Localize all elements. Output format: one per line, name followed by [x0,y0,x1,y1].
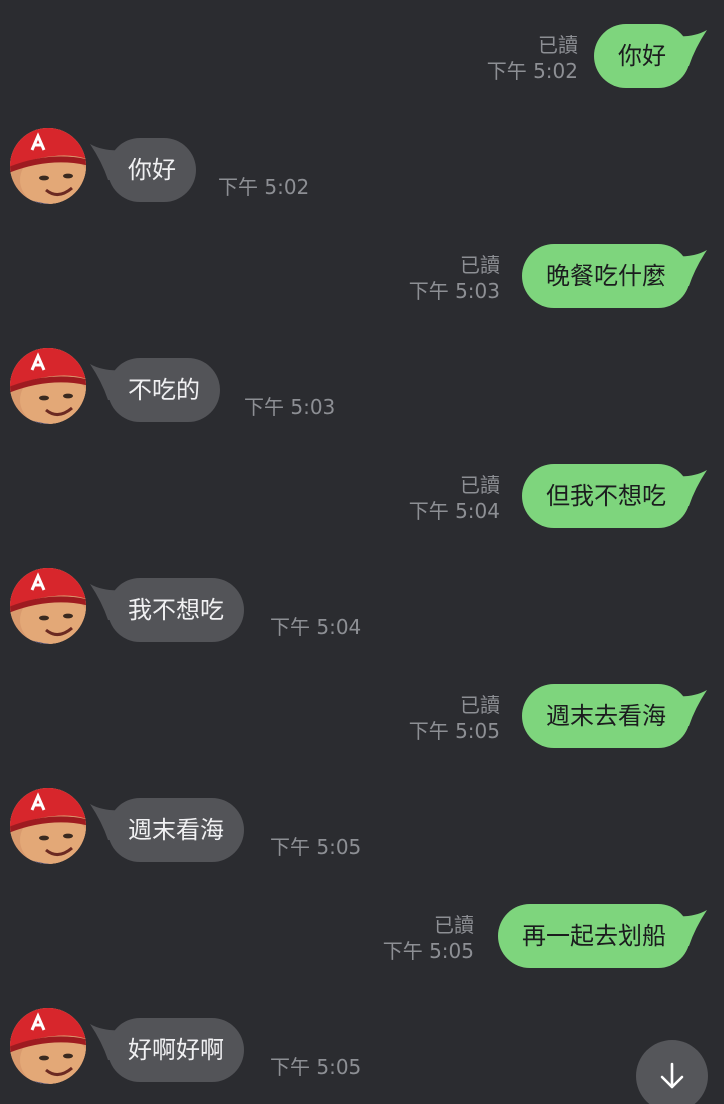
message-bubble[interactable]: 週末去看海 [522,684,690,748]
message-sent: 已讀 下午 5:02 你好 [0,24,724,114]
timestamp: 下午 5:04 [270,615,362,639]
timestamp: 下午 5:04 [408,499,500,523]
message-meta: 已讀 下午 5:05 [383,912,474,964]
read-label: 已讀 [460,693,500,717]
message-bubble[interactable]: 但我不想吃 [522,464,690,528]
chat-view: 已讀 下午 5:02 你好 你好 下午 5:02 已讀 下午 5:03 晚餐吃什… [0,0,724,1104]
message-received: 我不想吃 下午 5:04 [0,568,724,658]
read-label: 已讀 [434,913,474,937]
message-bubble[interactable]: 你好 [108,138,196,202]
avatar[interactable] [10,348,86,424]
scroll-to-bottom-button[interactable] [636,1040,708,1104]
read-label: 已讀 [538,33,578,57]
message-received: 好啊好啊 下午 5:05 [0,1008,724,1098]
message-bubble[interactable]: 不吃的 [108,358,220,422]
avatar[interactable] [10,128,86,204]
timestamp: 下午 5:05 [408,719,500,743]
message-received: 你好 下午 5:02 [0,128,724,218]
message-bubble[interactable]: 週末看海 [108,798,244,862]
message-bubble[interactable]: 好啊好啊 [108,1018,244,1082]
timestamp: 下午 5:03 [408,279,500,303]
message-bubble[interactable]: 我不想吃 [108,578,244,642]
read-label: 已讀 [460,473,500,497]
timestamp: 下午 5:02 [486,59,578,83]
message-sent: 已讀 下午 5:05 週末去看海 [0,684,724,774]
avatar[interactable] [10,788,86,864]
message-sent: 已讀 下午 5:05 再一起去划船 [0,904,724,994]
timestamp: 下午 5:03 [244,395,336,419]
message-meta: 已讀 下午 5:03 [409,252,500,304]
timestamp: 下午 5:05 [270,835,362,859]
message-bubble[interactable]: 再一起去划船 [498,904,690,968]
message-meta: 已讀 下午 5:05 [409,692,500,744]
message-bubble[interactable]: 你好 [594,24,690,88]
avatar[interactable] [10,1008,86,1084]
timestamp: 下午 5:02 [218,175,310,199]
timestamp: 下午 5:05 [270,1055,362,1079]
avatar[interactable] [10,568,86,644]
timestamp: 下午 5:05 [382,939,474,963]
message-received: 週末看海 下午 5:05 [0,788,724,878]
message-sent: 已讀 下午 5:03 晚餐吃什麼 [0,244,724,334]
message-bubble[interactable]: 晚餐吃什麼 [522,244,690,308]
message-received: 不吃的 下午 5:03 [0,348,724,438]
read-label: 已讀 [460,253,500,277]
arrow-down-icon [660,1062,684,1089]
message-meta: 已讀 下午 5:02 [487,32,578,84]
message-meta: 已讀 下午 5:04 [409,472,500,524]
message-sent: 已讀 下午 5:04 但我不想吃 [0,464,724,554]
